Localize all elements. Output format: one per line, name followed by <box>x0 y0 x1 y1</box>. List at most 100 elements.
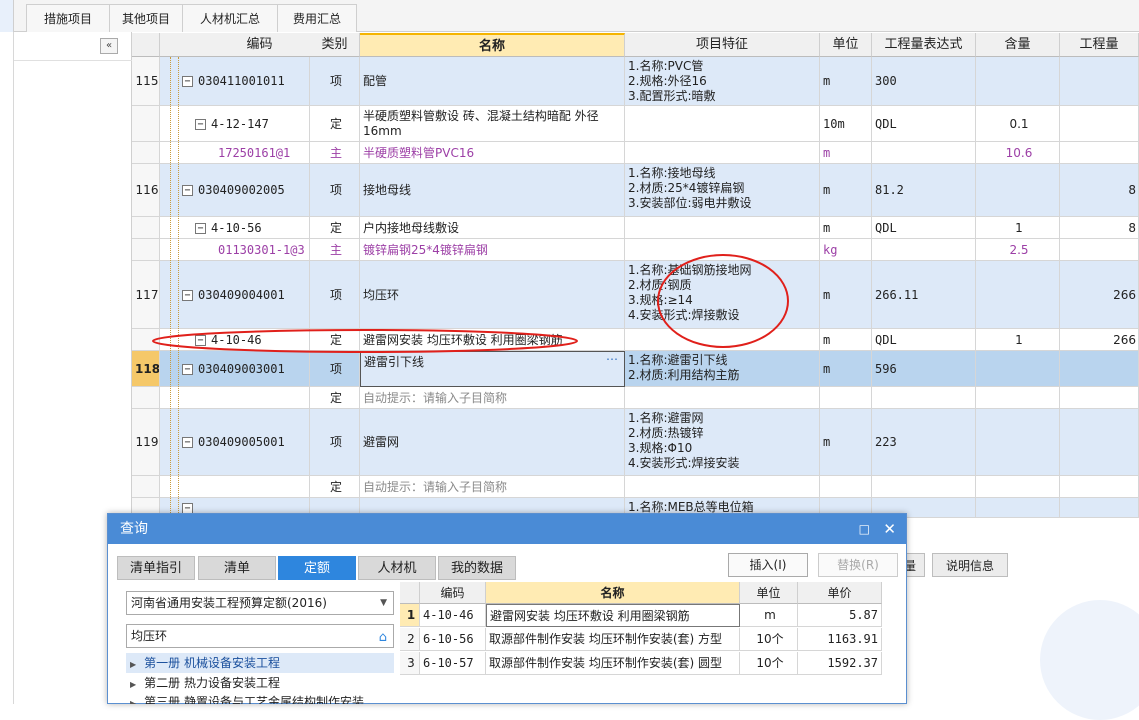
cell-qty[interactable]: 10.6 <box>976 142 1060 164</box>
cell-unit[interactable]: m <box>820 261 872 329</box>
cell-name[interactable]: 半硬质塑料管PVC16 <box>360 142 625 164</box>
cell-features[interactable] <box>625 329 820 351</box>
tree-node-book-2[interactable]: ▶ 第二册 热力设备安装工程 <box>126 673 280 693</box>
search-icon[interactable]: ⌂ <box>379 627 387 649</box>
cell-expr[interactable]: QDL <box>872 329 976 351</box>
cell-code[interactable]: −030409003001 <box>160 351 310 387</box>
tree-node-book-1[interactable]: ▶ 第一册 机械设备安装工程 <box>126 653 394 673</box>
col-header-expr[interactable]: 工程量表达式 <box>872 33 976 57</box>
cell-unit[interactable]: m <box>820 409 872 476</box>
tab-other-items[interactable]: 其他项目 <box>109 4 183 32</box>
cell-num[interactable] <box>132 476 160 498</box>
cell-features[interactable]: 1.名称:避雷引下线 2.材质:利用结构主筋 <box>625 351 820 387</box>
col-header-name[interactable]: 名称 <box>360 33 625 57</box>
cell-num[interactable] <box>132 142 160 164</box>
cell-code[interactable]: −030409004001 <box>160 261 310 329</box>
cell-type[interactable]: 定 <box>310 106 360 142</box>
cell-name[interactable]: 避雷引下线 ⋯ <box>360 351 625 387</box>
collapse-node-icon[interactable]: − <box>182 437 193 448</box>
col-header-unit[interactable]: 单位 <box>820 33 872 57</box>
cell-features[interactable] <box>625 239 820 261</box>
cell-qty[interactable] <box>976 498 1060 518</box>
cell-name[interactable]: 半硬质塑料管敷设 砖、混凝土结构暗配 外径16mm <box>360 106 625 142</box>
col-header-features[interactable]: 项目特征 <box>625 33 820 57</box>
cell-unit[interactable]: 10m <box>820 106 872 142</box>
results-header-price[interactable]: 单价 <box>798 582 882 604</box>
cell-type[interactable]: 定 <box>310 387 360 409</box>
expand-icon[interactable]: ▶ <box>130 699 136 704</box>
cell-qty[interactable] <box>976 387 1060 409</box>
cell-name[interactable]: 镀锌扁钢25*4镀锌扁钢 <box>360 239 625 261</box>
cell-num[interactable]: 116 <box>132 164 160 217</box>
cell-code[interactable]: −4-10-46 <box>160 329 310 351</box>
cell-features[interactable] <box>625 142 820 164</box>
tab-cost-summary[interactable]: 费用汇总 <box>277 4 357 32</box>
cell-features[interactable]: 1.名称:PVC管 2.规格:外径16 3.配置形式:暗敷 <box>625 57 820 106</box>
table-row[interactable]: 118−030409003001 项避雷引下线 ⋯ 1.名称:避雷引下线 2.材质:利用… <box>132 351 1139 387</box>
cell-amount[interactable] <box>1060 57 1139 106</box>
table-row[interactable]: 01130301-1@3 主 镀锌扁钢25*4镀锌扁钢 kg 2.5 <box>132 239 1139 261</box>
cell-qty[interactable] <box>976 351 1060 387</box>
quota-library-select[interactable]: 河南省通用安装工程预算定额(2016) ▼ <box>126 591 394 615</box>
cell-amount[interactable] <box>1060 498 1139 518</box>
table-row[interactable]: 定 自动提示：请输入子目简称 <box>132 476 1139 498</box>
dialog-tab-quota[interactable]: 定额 <box>278 556 356 580</box>
cell-amount[interactable] <box>1060 142 1139 164</box>
cell-amount[interactable] <box>1060 106 1139 142</box>
more-options-icon[interactable]: ⋯ <box>606 352 618 367</box>
cell-code[interactable]: −030411001011 <box>160 57 310 106</box>
result-cell-name[interactable]: 取源部件制作安装 均压环制作安装(套) 圆型 <box>486 652 740 675</box>
table-row[interactable]: −4-10-46 定 避雷网安装 均压环敷设 利用圈梁钢筋 m QDL 1 266 <box>132 329 1139 351</box>
cell-amount[interactable]: 266 <box>1060 261 1139 329</box>
bottom-tab-description[interactable]: 说明信息 <box>932 553 1008 577</box>
result-cell-unit[interactable]: m <box>740 604 798 627</box>
sidebar-toggle[interactable] <box>0 0 14 32</box>
cell-type[interactable]: 定 <box>310 217 360 239</box>
cell-expr[interactable]: QDL <box>872 217 976 239</box>
table-row[interactable]: −4-10-56 定 户内接地母线敷设 m QDL 1 8 <box>132 217 1139 239</box>
cell-expr[interactable]: 223 <box>872 409 976 476</box>
cell-code[interactable] <box>160 476 310 498</box>
cell-features[interactable]: 1.名称:基础钢筋接地网 2.材质:钢质 3.规格:≥14 4.安装形式:焊接敷设 <box>625 261 820 329</box>
cell-num[interactable] <box>132 239 160 261</box>
result-cell-unit[interactable]: 10个 <box>740 652 798 675</box>
table-row[interactable]: 119−030409005001 项避雷网 1.名称:避雷网 2.材质:热镀锌 3.规格… <box>132 409 1139 476</box>
cell-qty[interactable] <box>976 164 1060 217</box>
cell-unit[interactable] <box>820 387 872 409</box>
dialog-tab-bill-guide[interactable]: 清单指引 <box>117 556 195 580</box>
cell-features[interactable] <box>625 217 820 239</box>
cell-qty[interactable]: 0.1 <box>976 106 1060 142</box>
cell-expr[interactable] <box>872 142 976 164</box>
cell-qty[interactable] <box>976 261 1060 329</box>
collapse-node-icon[interactable]: − <box>182 76 193 87</box>
cell-type[interactable]: 主 <box>310 142 360 164</box>
cell-num[interactable] <box>132 387 160 409</box>
collapse-node-icon[interactable]: − <box>182 290 193 301</box>
cell-expr[interactable]: 596 <box>872 351 976 387</box>
cell-name[interactable]: 配管 <box>360 57 625 106</box>
tree-node-book-3[interactable]: ▶ 第三册 静置设备与工艺金属结构制作安装 <box>126 692 364 704</box>
collapse-node-icon[interactable]: − <box>195 223 206 234</box>
result-cell-code[interactable]: 6-10-57 <box>420 652 486 675</box>
cell-name[interactable]: 自动提示：请输入子目简称 <box>360 476 625 498</box>
cell-name[interactable]: 避雷网 <box>360 409 625 476</box>
cell-qty[interactable]: 1 <box>976 329 1060 351</box>
cell-num[interactable] <box>132 106 160 142</box>
collapse-node-icon[interactable]: − <box>182 364 193 375</box>
collapse-pane-icon[interactable]: « <box>100 38 118 54</box>
cell-name[interactable]: 均压环 <box>360 261 625 329</box>
close-icon[interactable]: ✕ <box>883 514 896 544</box>
result-row[interactable]: 3 6-10-57 取源部件制作安装 均压环制作安装(套) 圆型 10个 1592.37 <box>400 652 882 676</box>
cell-type[interactable]: 定 <box>310 476 360 498</box>
cell-code[interactable]: 01130301-1@3 <box>160 239 310 261</box>
col-header-type[interactable]: 类别 <box>310 33 360 57</box>
cell-expr[interactable]: QDL <box>872 106 976 142</box>
cell-code[interactable]: −4-10-56 <box>160 217 310 239</box>
cell-name[interactable]: 避雷网安装 均压环敷设 利用圈梁钢筋 <box>360 329 625 351</box>
table-row[interactable]: −4-12-147 定 半硬质塑料管敷设 砖、混凝土结构暗配 外径16mm 10m QD… <box>132 106 1139 142</box>
cell-name[interactable]: 接地母线 <box>360 164 625 217</box>
cell-qty[interactable]: 1 <box>976 217 1060 239</box>
cell-unit[interactable]: kg <box>820 239 872 261</box>
cell-amount[interactable] <box>1060 409 1139 476</box>
cell-unit[interactable]: m <box>820 217 872 239</box>
